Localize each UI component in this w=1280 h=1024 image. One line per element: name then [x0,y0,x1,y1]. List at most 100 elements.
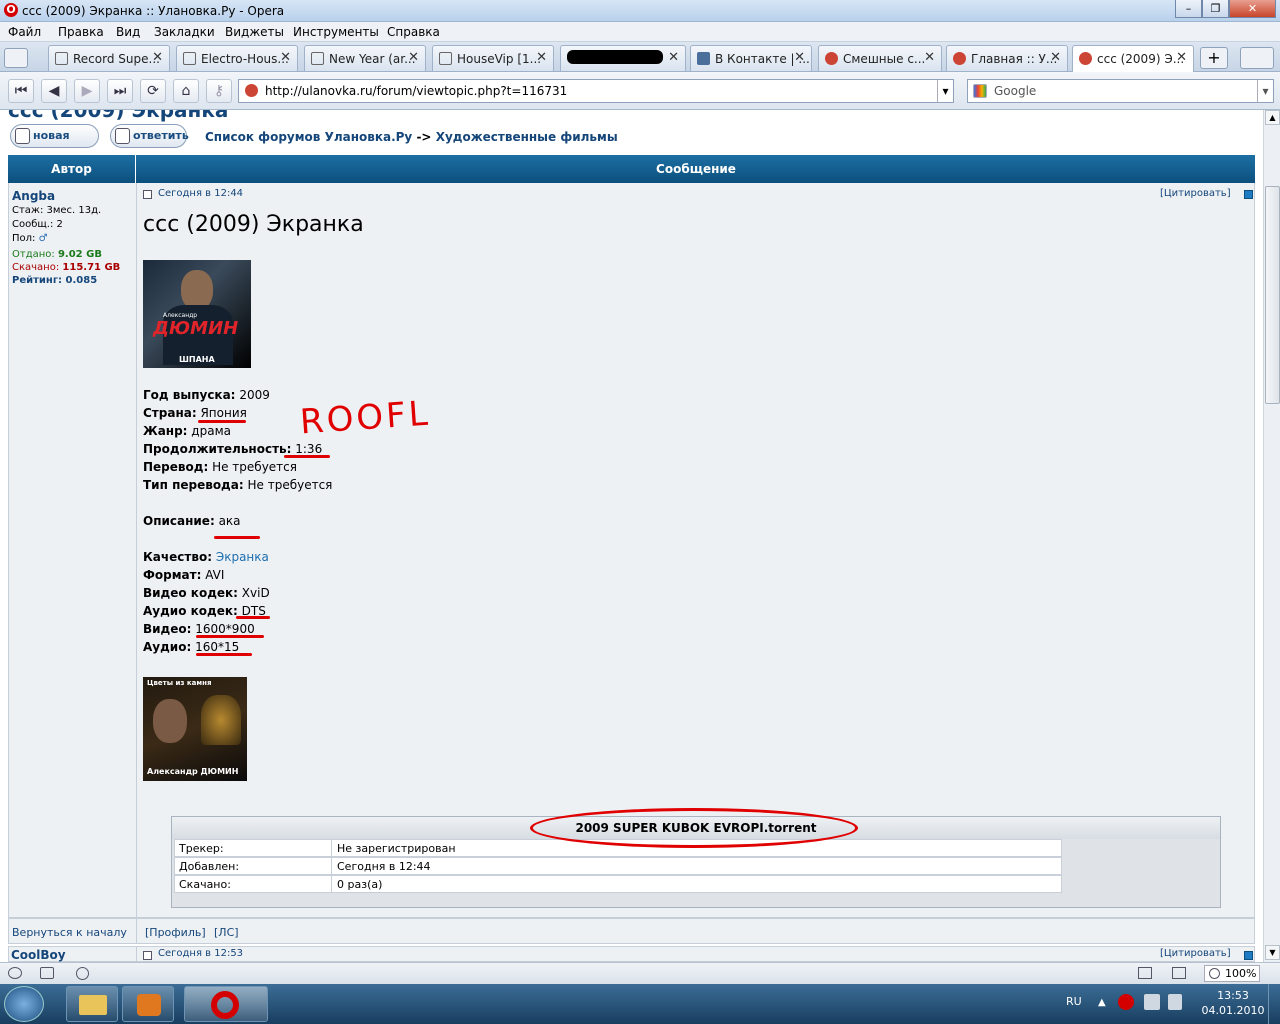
language-indicator[interactable]: RU [1066,995,1082,1008]
back-to-top-link[interactable]: Вернуться к началу [12,926,127,939]
post-time[interactable]: Сегодня в 12:44 [158,188,243,199]
field-value: XviD [241,586,270,600]
goto-top-icon[interactable] [1244,951,1253,960]
close-icon[interactable]: ✕ [668,50,679,65]
network-icon[interactable] [1144,994,1160,1010]
quote-link[interactable]: [Цитировать] [1160,188,1231,199]
start-button[interactable] [4,986,44,1022]
pencil-icon [15,128,30,144]
address-dropdown-icon[interactable]: ▾ [937,80,953,102]
tab-redacted[interactable]: ✕ [560,45,686,71]
red-underline [196,635,264,638]
media-player-icon [137,994,161,1016]
security-key-icon[interactable]: ⚷ [206,79,232,103]
quality-link[interactable]: Экранка [216,550,269,564]
scroll-up-icon[interactable]: ▲ [1265,110,1280,125]
explorer-taskbar-button[interactable] [66,986,118,1022]
torrent-value: Не зарегистрирован [337,842,456,855]
goto-top-icon[interactable] [1244,190,1253,199]
menu-file[interactable]: Файл [8,25,41,39]
author-name-link[interactable]: Angba [12,189,55,203]
tab-vkontakte[interactable]: В Контакте | ... ✕ [690,45,812,71]
tab-new-year[interactable]: New Year (ar... ✕ [304,45,426,71]
breadcrumb-subforum-link[interactable]: Художественные фильмы [436,130,618,144]
uploaded-value: 9.02 GB [57,249,102,260]
next-quote-link[interactable]: [Цитировать] [1160,948,1231,959]
menu-edit[interactable]: Правка [58,25,104,39]
search-dropdown-icon[interactable]: ▾ [1257,80,1273,102]
tab-main[interactable]: Главная :: У... ✕ [946,45,1068,71]
view-icon[interactable] [1138,967,1152,979]
menu-help[interactable]: Справка [387,25,440,39]
menu-widgets[interactable]: Виджеты [225,25,284,39]
uploaded-label: Отдано: [12,249,55,260]
face-shape [153,699,187,743]
media-player-taskbar-button[interactable] [122,986,174,1022]
breadcrumb-forum-link[interactable]: Список форумов Улановка.Ру [205,130,412,144]
profile-link[interactable]: [Профиль] [145,926,206,939]
fast-forward-button[interactable]: ⏭ [107,79,133,103]
window-title: ccc (2009) Экранка :: Улановка.Ру - Oper… [22,4,285,18]
field-year: Год выпуска: 2009 [143,388,270,402]
close-icon[interactable]: ✕ [1176,50,1187,65]
reload-button[interactable]: ⟳ [140,79,166,103]
tray-app-icon[interactable] [1118,994,1134,1010]
forward-button[interactable]: ▶ [74,79,100,103]
opera-logo-icon: O [4,3,18,17]
tab-record[interactable]: Record Supe... ✕ [48,45,170,71]
menu-view[interactable]: Вид [116,25,140,39]
tools-icon[interactable] [8,967,22,979]
menu-tools[interactable]: Инструменты [293,25,379,39]
zoom-control[interactable]: 100% [1204,965,1260,982]
next-post-time[interactable]: Сегодня в 12:53 [158,948,243,959]
tab-funny[interactable]: Смешные с... ✕ [818,45,942,71]
minimize-button[interactable]: – [1175,0,1202,18]
tab-ccc-active[interactable]: ccc (2009) Э... ✕ [1072,45,1194,73]
new-topic-button[interactable]: новая тема [10,124,99,164]
next-author-link[interactable]: CoolBoy [11,948,66,962]
vertical-scrollbar[interactable]: ▲ ▼ [1263,110,1280,962]
tab-electro-house[interactable]: Electro-Hous... ✕ [176,45,298,71]
rewind-button[interactable]: ⏮ [8,79,34,103]
red-underline [214,536,260,539]
new-tab-button[interactable]: + [1200,47,1228,69]
scroll-down-icon[interactable]: ▼ [1265,945,1280,960]
url-text: http://ulanovka.ru/forum/viewtopic.php?t… [265,84,568,98]
show-desktop-button[interactable] [1268,984,1280,1024]
home-button[interactable]: ⌂ [173,79,199,103]
opera-taskbar-button[interactable] [184,986,268,1022]
maximize-button[interactable]: ❐ [1202,0,1229,18]
close-icon[interactable]: ✕ [794,50,805,65]
close-icon[interactable]: ✕ [280,50,291,65]
close-icon[interactable]: ✕ [152,50,163,65]
panel-toggle-icon[interactable] [4,48,28,68]
close-icon[interactable]: ✕ [924,50,935,65]
tab-menu-icon[interactable] [1240,47,1274,69]
close-window-button[interactable]: ✕ [1229,0,1276,18]
opera-icon [211,991,239,1019]
close-icon[interactable]: ✕ [1050,50,1061,65]
close-icon[interactable]: ✕ [536,50,547,65]
tab-housevip[interactable]: HouseVip [1... ✕ [432,45,554,71]
pm-link[interactable]: [ЛС] [214,926,239,939]
menu-bookmarks[interactable]: Закладки [154,25,215,39]
sync-icon[interactable] [40,967,54,979]
field-country: Страна: Япония [143,406,247,420]
author-gender: Пол: ♂ [12,233,48,244]
reply-button[interactable]: ответить [110,124,189,148]
redaction-mark [567,50,663,64]
address-field[interactable]: http://ulanovka.ru/forum/viewtopic.php?t… [238,79,954,103]
album-cover-image-2: Цветы из камня Александр ДЮМИН [143,677,247,781]
tray-expand-icon[interactable]: ▲ [1098,997,1106,1008]
back-button[interactable]: ◀ [41,79,67,103]
clock[interactable]: 13:53 04.01.2010 [1200,989,1266,1017]
close-icon[interactable]: ✕ [408,50,419,65]
tab-label: ccc (2009) Э... [1097,52,1185,66]
message-column-header: Сообщение [656,162,736,176]
search-field[interactable]: Google ▾ [967,79,1274,103]
field-translation: Перевод: Не требуется [143,460,297,474]
display-icon[interactable] [1172,967,1186,979]
volume-icon[interactable] [1168,994,1182,1010]
unite-icon[interactable] [76,967,89,980]
scroll-thumb[interactable] [1265,186,1280,404]
